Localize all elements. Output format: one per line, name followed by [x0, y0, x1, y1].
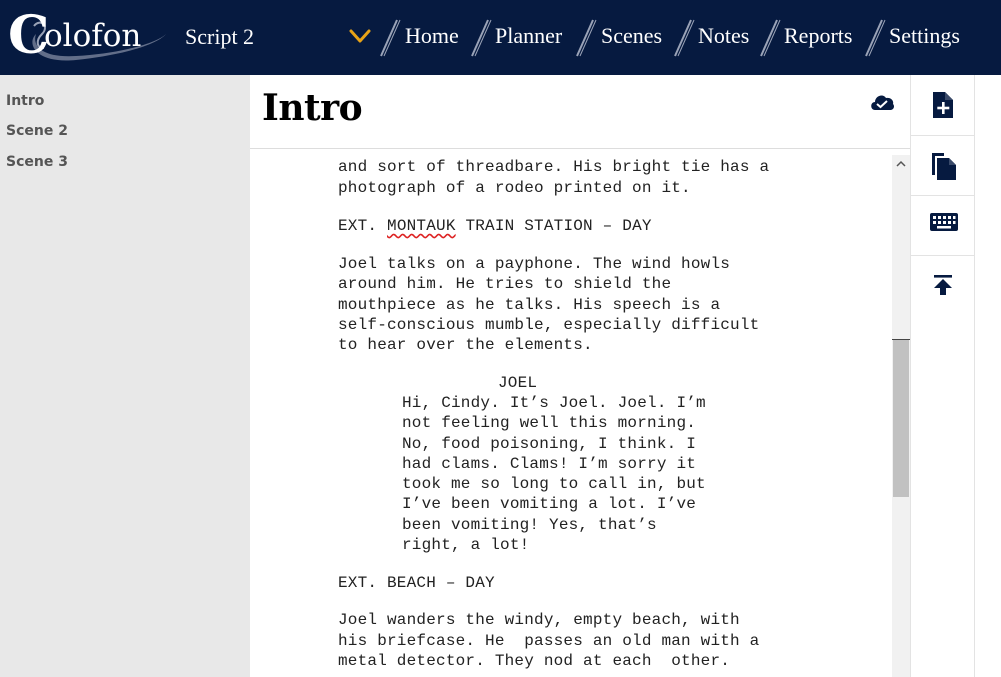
dialogue-line: had clams. Clams! I’m sorry it [402, 455, 697, 473]
script-title: Script 2 [185, 24, 255, 49]
dialogue-line: Hi, Cindy. It’s Joel. Joel. I’m [402, 394, 706, 412]
dialogue-line: right, a lot! [402, 536, 530, 554]
new-file-icon [933, 92, 953, 118]
nav-separator-icon [471, 19, 492, 57]
sidebar-item-scene-2[interactable]: Scene 2 [6, 123, 68, 139]
dialogue-line: not feeling well this morning. [402, 414, 697, 432]
editor-scrollbar[interactable] [892, 155, 910, 677]
scene-heading-suffix: TRAIN STATION – DAY [455, 217, 652, 235]
action-line: self-conscious mumble, especially diffic… [338, 316, 760, 334]
nav-scenes[interactable]: Scenes [601, 23, 662, 49]
cloud-saved-icon[interactable] [869, 92, 895, 112]
logo-text: olofon [44, 18, 142, 54]
action-line: and sort of threadbare. His bright tie h… [338, 158, 770, 176]
scroll-to-top-button[interactable] [911, 255, 974, 315]
page-title[interactable]: Intro [262, 87, 363, 129]
action-line: metal detector. They nod at each other. [338, 652, 731, 670]
action-line: photograph of a rodeo printed on it. [338, 179, 691, 197]
action-line: Joel wanders the windy, empty beach, wit… [338, 611, 740, 629]
nav-home[interactable]: Home [405, 23, 459, 49]
scene-heading: EXT. BEACH – DAY [338, 574, 495, 592]
nav-reports[interactable]: Reports [784, 23, 852, 49]
action-line: his briefcase. He passes an old man with… [338, 632, 760, 650]
copy-icon [932, 153, 956, 180]
keyboard-icon [930, 213, 958, 231]
right-toolbar [910, 75, 975, 677]
top-bar: C olofon Script 2 Home Planner Scenes No… [0, 0, 1001, 75]
dialogue-line: took me so long to call in, but [402, 475, 706, 493]
nav-settings[interactable]: Settings [889, 23, 960, 49]
dialogue-line: been vomiting! Yes, that’s [402, 516, 657, 534]
sidebar-item-intro[interactable]: Intro [6, 93, 44, 109]
new-file-button[interactable] [911, 75, 974, 136]
scene-heading: EXT. MONTAUK TRAIN STATION – DAY [338, 217, 652, 235]
nav-separator-icon [380, 19, 401, 57]
action-line: around him. He tries to shield the [338, 275, 672, 293]
sidebar-item-scene-3[interactable]: Scene 3 [6, 154, 68, 170]
keyboard-button[interactable] [911, 195, 974, 256]
nav-notes[interactable]: Notes [698, 23, 749, 49]
nav-separator-icon [674, 19, 695, 57]
document-panel: Intro and sort of threadbare. His bright… [250, 75, 910, 677]
scene-sidebar: Intro Scene 2 Scene 3 [0, 75, 250, 677]
copy-button[interactable] [911, 135, 974, 196]
action-line: mouthpiece as he talks. His speech is a [338, 296, 721, 314]
misspelled-word[interactable]: MONTAUK [387, 217, 456, 235]
dialogue-line: I’ve been vomiting a lot. I’ve [402, 495, 697, 513]
script-editor[interactable]: and sort of threadbare. His bright tie h… [250, 149, 892, 677]
nav-separator-icon [576, 19, 597, 57]
action-line: Joel talks on a payphone. The wind howls [338, 255, 731, 273]
nav-separator-icon [760, 19, 781, 57]
character-name: JOEL [498, 374, 538, 392]
dialogue-line: No, food poisoning, I think. I [402, 435, 697, 453]
action-line: to hear over the elements. [338, 336, 593, 354]
scroll-to-top-icon [934, 275, 952, 295]
colofon-logo[interactable]: C olofon [6, 4, 176, 70]
nav-separator-icon [865, 19, 886, 57]
scrollbar-thumb[interactable] [893, 340, 909, 497]
scroll-up-arrow-icon[interactable] [892, 155, 910, 173]
scene-heading-prefix: EXT. [338, 217, 388, 235]
nav-planner[interactable]: Planner [495, 23, 562, 49]
chevron-down-icon[interactable] [348, 26, 372, 46]
